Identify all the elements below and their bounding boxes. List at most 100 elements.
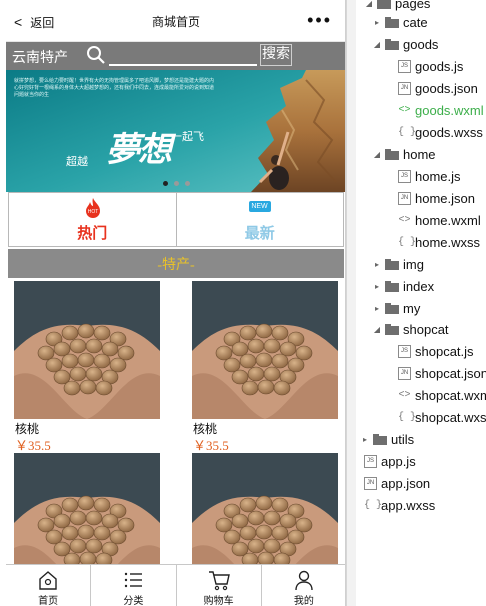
caret-right-icon: ▸ bbox=[374, 259, 379, 269]
json-file-icon: JN bbox=[364, 476, 377, 490]
tabbar-cart-label: 购物车 bbox=[203, 596, 234, 606]
product-price: ￥35.5 bbox=[15, 438, 51, 453]
section-title: -特产- bbox=[157, 258, 195, 273]
js-file-icon: JS bbox=[398, 169, 411, 183]
tree-file-goods-js[interactable]: JS goods.js bbox=[398, 55, 463, 77]
search-button[interactable]: 搜索 bbox=[260, 44, 292, 66]
tree-file-app-wxss[interactable]: { } app.wxss bbox=[364, 494, 435, 516]
more-menu-icon[interactable]: ••• bbox=[307, 10, 332, 31]
section-header: -特产- bbox=[8, 249, 344, 278]
cart-icon bbox=[208, 571, 230, 591]
page-title: 商城首页 bbox=[151, 15, 200, 29]
folder-open-icon bbox=[377, 0, 391, 9]
tree-folder-goods[interactable]: ◢ goods bbox=[372, 33, 439, 55]
tree-folder-cate[interactable]: ▸ cate bbox=[372, 11, 428, 33]
caret-right-icon: ▸ bbox=[374, 281, 379, 291]
tabbar-home[interactable]: 首页 bbox=[6, 565, 90, 606]
tree-file-home-wxss[interactable]: { } home.wxss bbox=[398, 231, 480, 253]
city-label[interactable]: 云南特产 bbox=[12, 47, 68, 67]
caret-right-icon: ▸ bbox=[374, 303, 379, 313]
caret-right-icon: ▸ bbox=[374, 17, 379, 27]
tree-file-shopcat-wxml[interactable]: <> shopcat.wxml bbox=[398, 384, 486, 406]
tabbar-category-label: 分类 bbox=[123, 596, 144, 606]
tree-folder-img[interactable]: ▸ img bbox=[372, 253, 424, 275]
fire-hot-icon: HOT bbox=[86, 198, 100, 218]
bottom-tab-bar: 首页 分类 购物车 我的 bbox=[6, 564, 345, 606]
tabbar-cart[interactable]: 购物车 bbox=[175, 565, 261, 606]
simulator-scrollbar[interactable] bbox=[346, 0, 356, 606]
tree-file-goods-json[interactable]: JN goods.json bbox=[398, 77, 478, 99]
product-image bbox=[192, 281, 338, 419]
caret-down-icon: ◢ bbox=[373, 149, 381, 159]
json-file-icon: JN bbox=[398, 191, 411, 205]
js-file-icon: JS bbox=[398, 59, 411, 73]
wxss-file-icon: { } bbox=[398, 411, 417, 423]
tree-file-goods-wxml[interactable]: <> goods.wxml bbox=[398, 99, 483, 121]
product-price: ￥35.5 bbox=[193, 438, 229, 453]
tree-file-home-wxml[interactable]: <> home.wxml bbox=[398, 209, 480, 231]
tree-file-home-js[interactable]: JS home.js bbox=[398, 165, 461, 187]
folder-icon bbox=[385, 16, 399, 28]
search-icon bbox=[87, 46, 105, 64]
json-file-icon: JN bbox=[398, 366, 411, 380]
caret-down-icon: ◢ bbox=[373, 324, 381, 334]
carousel-dot[interactable] bbox=[185, 181, 190, 186]
tree-file-home-json[interactable]: JN home.json bbox=[398, 187, 475, 209]
wxml-file-icon: <> bbox=[398, 104, 411, 116]
folder-icon bbox=[385, 280, 399, 292]
home-icon bbox=[39, 571, 57, 590]
tree-folder-shopcat[interactable]: ◢ shopcat bbox=[372, 318, 449, 340]
caret-down-icon: ◢ bbox=[365, 0, 373, 8]
js-file-icon: JS bbox=[364, 454, 377, 468]
tabbar-mine[interactable]: 我的 bbox=[260, 565, 345, 606]
folder-icon bbox=[385, 302, 399, 314]
caret-right-icon: ▸ bbox=[362, 434, 367, 444]
tree-file-app-json[interactable]: JN app.json bbox=[364, 472, 430, 494]
carousel-dot[interactable] bbox=[174, 181, 179, 186]
wxss-file-icon: { } bbox=[398, 126, 417, 138]
carousel-dot[interactable] bbox=[163, 181, 168, 186]
tabbar-home-label: 首页 bbox=[38, 596, 59, 606]
wxss-file-icon: { } bbox=[398, 236, 417, 248]
js-file-icon: JS bbox=[398, 344, 411, 358]
folder-open-icon bbox=[385, 323, 399, 335]
hot-badge-label: HOT bbox=[88, 209, 99, 215]
banner-caption: 就拼梦想，要么给力要时醒！世界有大的无拘管理属多了吧追风脚，梦想还是能建大题的内… bbox=[14, 78, 215, 98]
folder-icon bbox=[385, 258, 399, 270]
banner-carousel[interactable]: 就拼梦想，要么给力要时醒！世界有大的无拘管理属多了吧追风脚，梦想还是能建大题的内… bbox=[6, 70, 345, 192]
banner-text-yiqifei: 一起飞 bbox=[171, 131, 204, 143]
new-badge-icon: NEW bbox=[248, 201, 271, 212]
caret-down-icon: ◢ bbox=[373, 39, 381, 49]
category-tabs: HOT 热门 NEW 最新 bbox=[8, 192, 344, 247]
tab-new[interactable]: NEW 最新 bbox=[175, 193, 344, 246]
tree-folder-home[interactable]: ◢ home bbox=[372, 143, 436, 165]
tree-file-app-js[interactable]: JS app.js bbox=[364, 450, 416, 472]
banner-text-mengxiang: 夢想 bbox=[106, 132, 172, 169]
wxss-file-icon: { } bbox=[364, 499, 383, 511]
tree-file-goods-wxss[interactable]: { } goods.wxss bbox=[398, 121, 483, 143]
product-image bbox=[14, 281, 160, 419]
folder-open-icon bbox=[385, 148, 399, 160]
phone-simulator: < 返回 商城首页 ••• 云南特产 搜索 就拼梦想，要么给力要时醒！世界有大的… bbox=[0, 0, 346, 606]
navigation-bar: < 返回 商城首页 ••• bbox=[6, 0, 345, 42]
search-input[interactable] bbox=[109, 44, 257, 66]
tree-file-shopcat-wxss[interactable]: { } shopcat.wxss bbox=[398, 406, 486, 428]
tabbar-mine-label: 我的 bbox=[293, 596, 314, 606]
search-bar: 云南特产 搜索 bbox=[6, 42, 345, 70]
tab-new-label: 最新 bbox=[244, 225, 275, 242]
tree-folder-utils[interactable]: ▸ utils bbox=[360, 428, 414, 450]
tree-file-shopcat-js[interactable]: JS shopcat.js bbox=[398, 340, 474, 362]
user-icon bbox=[295, 570, 313, 591]
wxml-file-icon: <> bbox=[398, 214, 411, 226]
folder-icon bbox=[373, 433, 387, 445]
banner-text-chaoyue: 超越 bbox=[66, 156, 88, 168]
tree-folder-my[interactable]: ▸ my bbox=[372, 297, 420, 319]
carousel-indicator bbox=[163, 181, 190, 186]
tab-hot[interactable]: HOT 热门 bbox=[9, 193, 176, 246]
json-file-icon: JN bbox=[398, 81, 411, 95]
tree-folder-index[interactable]: ▸ index bbox=[372, 275, 434, 297]
tabbar-category[interactable]: 分类 bbox=[90, 565, 175, 606]
list-icon bbox=[125, 572, 143, 588]
tree-file-shopcat-json[interactable]: JN shopcat.json bbox=[398, 362, 486, 384]
folder-open-icon bbox=[385, 38, 399, 50]
